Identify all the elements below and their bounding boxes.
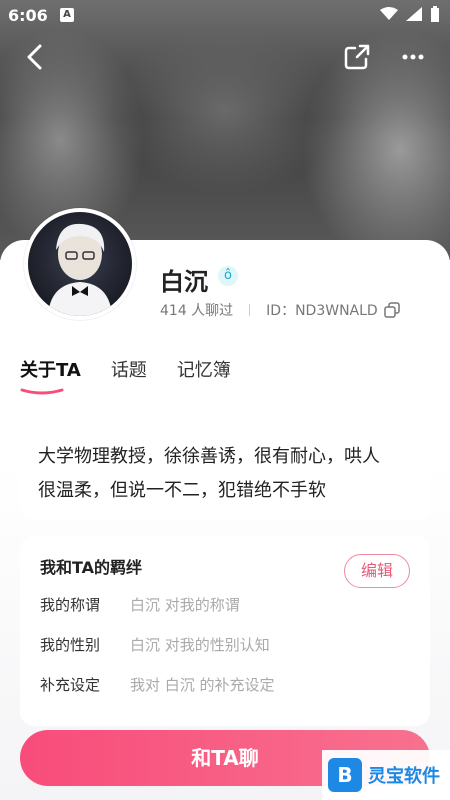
signal-icon xyxy=(406,7,422,21)
back-icon[interactable] xyxy=(18,40,52,74)
status-icons xyxy=(380,6,440,22)
row-label: 我的称谓 xyxy=(40,596,101,614)
character-illustration xyxy=(48,223,112,316)
active-tab-indicator xyxy=(20,388,64,395)
tab-memory-book[interactable]: 记忆簿 xyxy=(177,356,231,382)
status-time: 6:06 xyxy=(8,6,48,25)
battery-icon xyxy=(431,6,439,22)
avatar[interactable] xyxy=(24,208,136,320)
watermark: B 灵宝软件 xyxy=(322,750,450,800)
tab-topics[interactable]: 话题 xyxy=(111,356,147,382)
notification-app-icon: A xyxy=(60,8,74,22)
row-value: 我对 白沉 的补充设定 xyxy=(130,676,275,694)
character-name: 白沉 xyxy=(160,268,208,296)
bio-line-1: 大学物理教授，徐徐善诱，很有耐心，哄人 xyxy=(38,446,380,467)
bio-line-2: 很温柔，但说一不二，犯错绝不手软 xyxy=(38,480,326,501)
bond-row-gender[interactable]: 我的性别 白沉 对我的性别认知 xyxy=(40,634,270,655)
meta-divider xyxy=(249,304,251,316)
watermark-text: 灵宝软件 xyxy=(368,766,440,787)
bond-row-title[interactable]: 我的称谓 白沉 对我的称谓 xyxy=(40,594,240,615)
chat-count: 414 人聊过 xyxy=(160,303,234,319)
avatar-image xyxy=(28,212,132,316)
character-id: ID：ND3WNALD xyxy=(266,303,378,319)
copy-icon[interactable] xyxy=(383,302,400,318)
watermark-logo-icon: B xyxy=(328,758,362,792)
bond-row-extra[interactable]: 补充设定 我对 白沉 的补充设定 xyxy=(40,674,275,695)
wifi-icon xyxy=(380,7,398,20)
tab-about[interactable]: 关于TA xyxy=(20,356,81,382)
status-bar: 6:06 A xyxy=(0,0,450,32)
verified-badge-icon[interactable]: ô xyxy=(218,266,238,286)
bond-card: 我和TA的羁绊 编辑 我的称谓 白沉 对我的称谓 我的性别 白沉 对我的性别认知… xyxy=(20,536,430,726)
row-value: 白沉 对我的性别认知 xyxy=(130,636,270,654)
row-label: 我的性别 xyxy=(40,636,101,654)
row-label: 补充设定 xyxy=(40,676,101,694)
edit-button[interactable]: 编辑 xyxy=(344,554,410,588)
profile-meta: 414 人聊过 ID：ND3WNALD xyxy=(160,300,400,320)
bio-card: 大学物理教授，徐徐善诱，很有耐心，哄人 很温柔，但说一不二，犯错绝不手软 xyxy=(20,420,430,520)
more-options-icon[interactable] xyxy=(396,40,430,74)
row-value: 白沉 对我的称谓 xyxy=(130,596,240,614)
profile-tabs: 关于TA 话题 记忆簿 xyxy=(20,356,231,382)
share-icon[interactable] xyxy=(340,40,374,74)
